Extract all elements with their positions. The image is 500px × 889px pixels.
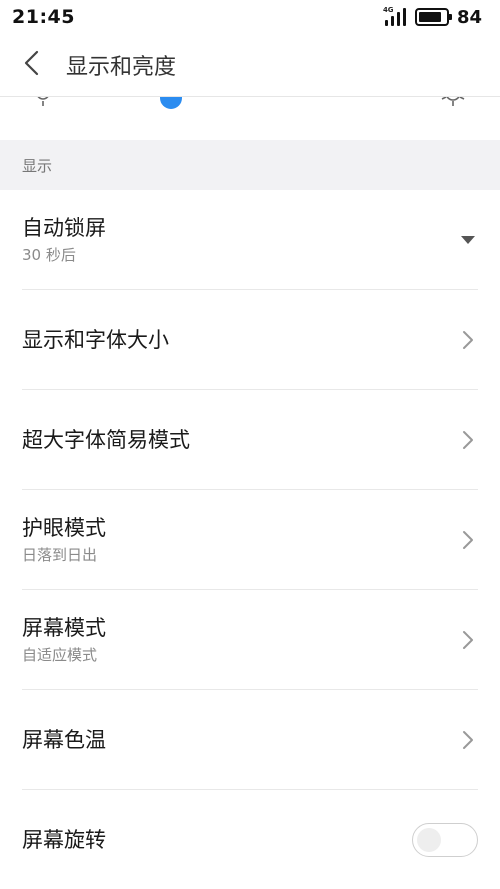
item-title: 护眼模式 (22, 516, 106, 540)
item-title: 屏幕色温 (22, 728, 106, 752)
toggle-knob (417, 828, 441, 852)
item-title: 显示和字体大小 (22, 328, 169, 352)
status-bar: 21:45 4G 84 (0, 0, 500, 34)
brightness-slider-knob[interactable] (160, 97, 182, 109)
page-title: 显示和亮度 (66, 55, 177, 80)
network-label: 4G (382, 6, 394, 14)
item-title: 屏幕旋转 (22, 828, 106, 852)
brightness-low-icon (32, 97, 54, 113)
dropdown-arrow-icon[interactable] (458, 230, 478, 250)
status-time: 21:45 (12, 6, 75, 28)
signal-icon: 4G (382, 6, 407, 26)
chevron-left-icon (23, 50, 39, 80)
brightness-slider[interactable] (0, 96, 500, 140)
item-subtitle: 自适应模式 (22, 646, 98, 664)
chevron-right-icon (458, 530, 478, 550)
item-subtitle: 日落到日出 (22, 546, 98, 564)
list-item-eye-care-mode[interactable]: 护眼模式 日落到日出 (0, 490, 500, 590)
list-item-large-font-mode[interactable]: 超大字体简易模式 (0, 390, 500, 490)
section-label: 显示 (22, 156, 53, 175)
list-item-color-temperature[interactable]: 屏幕色温 (0, 690, 500, 790)
settings-list: 自动锁屏 30 秒后 显示和字体大小 超大字体简易模式 护眼模式 日落到日出 屏… (0, 190, 500, 889)
chevron-right-icon (458, 630, 478, 650)
back-button[interactable] (0, 34, 62, 96)
item-subtitle: 30 秒后 (22, 246, 76, 264)
screen-rotation-toggle[interactable] (412, 823, 478, 857)
list-item-auto-lock[interactable]: 自动锁屏 30 秒后 (0, 190, 500, 290)
battery-icon (414, 8, 452, 26)
app-header: 显示和亮度 (0, 34, 500, 96)
chevron-right-icon (458, 730, 478, 750)
list-item-display-font-size[interactable]: 显示和字体大小 (0, 290, 500, 390)
status-indicators: 4G 84 (382, 6, 482, 28)
brightness-high-icon (440, 97, 466, 115)
item-title: 超大字体简易模式 (22, 428, 190, 452)
battery-level: 84 (456, 6, 482, 28)
list-item-screen-rotation[interactable]: 屏幕旋转 (0, 790, 500, 889)
chevron-right-icon (458, 330, 478, 350)
item-title: 自动锁屏 (22, 216, 106, 240)
item-title: 屏幕模式 (22, 616, 106, 640)
chevron-right-icon (458, 430, 478, 450)
list-item-screen-mode[interactable]: 屏幕模式 自适应模式 (0, 590, 500, 690)
section-header-display: 显示 (0, 140, 500, 190)
